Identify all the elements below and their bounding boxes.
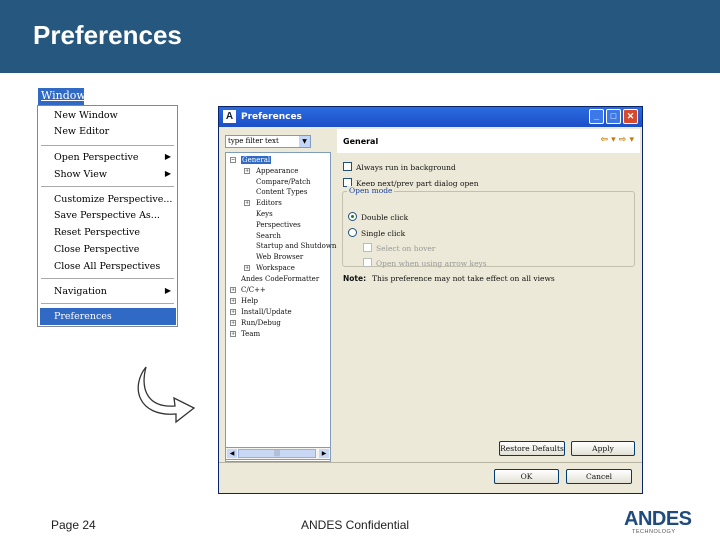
double-click-radio[interactable] [348,212,357,221]
submenu-arrow-icon: ▶ [164,286,171,295]
curved-arrow-icon [137,366,196,424]
logo-word: ANDES [624,508,692,530]
menu-item-close-perspective[interactable]: Close Perspective [54,244,139,255]
tree-scrollbar[interactable]: ◀ ||| ▶ [225,447,331,460]
menu-separator [41,303,174,304]
minimize-icon[interactable]: _ [589,109,604,124]
page-number: Page 24 [51,518,96,532]
window-menu-title[interactable]: Window [38,88,86,105]
tree-item-content-types[interactable]: Content Types [256,188,307,196]
tree-item-editors[interactable]: Editors [256,199,282,207]
open-mode-group: Open mode Double click Single click Sele… [342,186,635,268]
history-nav-icon[interactable]: ⇦ ▾ ⇨ ▾ [600,135,634,145]
submenu-arrow-icon: ▶ [164,152,171,161]
panel-header: General ⇦ ▾ ⇨ ▾ [337,129,640,153]
maximize-icon[interactable]: □ [606,109,621,124]
select-hover-checkbox[interactable] [363,243,372,252]
window-menu: New Window New Editor Open Perspective ▶ … [37,105,178,327]
dialog-divider [219,462,642,463]
preferences-dialog: A Preferences _ □ ✕ type filter text ▼ −… [218,106,643,494]
expand-icon[interactable]: + [230,298,236,304]
scroll-thumb[interactable]: ||| [238,449,316,458]
menu-item-open-perspective[interactable]: Open Perspective ▶ [54,152,177,163]
filter-input[interactable]: type filter text ▼ [225,135,311,148]
panel-heading: General [343,137,379,146]
preferences-tree: − General + Appearance Compare/Patch Con… [225,152,336,462]
expand-icon[interactable]: + [230,309,236,315]
general-panel: General ⇦ ▾ ⇨ ▾ Always run in background… [337,129,640,456]
expand-icon[interactable]: + [244,168,250,174]
tree-item-andes-codeformatter[interactable]: Andes CodeFormatter [241,275,319,283]
single-click-radio[interactable] [348,228,357,237]
menu-item-save-perspective[interactable]: Save Perspective As... [54,210,160,221]
tree-item-startup-shutdown[interactable]: Startup and Shutdown [256,242,336,250]
collapse-icon[interactable]: − [230,157,236,163]
expand-icon[interactable]: + [230,320,236,326]
menu-item-new-editor[interactable]: New Editor [54,126,109,137]
logo-subtitle: TECHNOLOGY [632,529,676,535]
always-background-checkbox[interactable] [343,162,352,171]
chevron-down-icon[interactable]: ▼ [299,136,310,147]
expand-icon[interactable]: + [230,331,236,337]
menu-item-customize-perspective[interactable]: Customize Perspective... [54,194,172,205]
menu-item-show-view[interactable]: Show View ▶ [54,169,177,180]
cancel-button[interactable]: Cancel [566,469,632,484]
tree-item-keys[interactable]: Keys [256,210,273,218]
restore-defaults-button[interactable]: Restore Defaults [499,441,565,456]
menu-separator [41,186,174,187]
always-background-label: Always run in background [356,163,456,172]
scroll-left-icon[interactable]: ◀ [227,449,237,458]
expand-icon[interactable]: + [244,265,250,271]
menu-separator [41,278,174,279]
open-arrow-label: Open when using arrow keys [376,259,487,268]
scroll-right-icon[interactable]: ▶ [319,449,329,458]
apply-button[interactable]: Apply [571,441,635,456]
menu-item-navigation[interactable]: Navigation ▶ [54,286,177,297]
open-mode-title: Open mode [347,186,395,195]
menu-item-new-window[interactable]: New Window [54,110,118,121]
tree-item-appearance[interactable]: Appearance [256,167,298,175]
tree-item-general[interactable]: General [241,156,272,164]
single-click-label: Single click [361,229,406,238]
menu-separator [41,145,174,146]
close-icon[interactable]: ✕ [623,109,638,124]
double-click-label: Double click [361,213,409,222]
app-icon: A [223,110,236,123]
ok-button[interactable]: OK [494,469,559,484]
tree-item-install-update[interactable]: Install/Update [241,308,292,316]
tree-item-search[interactable]: Search [256,232,281,240]
select-hover-label: Select on hover [376,244,436,253]
slide-title: Preferences [33,20,182,50]
confidential-label: ANDES Confidential [301,518,410,532]
expand-icon[interactable]: + [230,287,236,293]
note-text: This preference may not take effect on a… [372,274,555,283]
menu-item-preferences[interactable]: Preferences [40,308,176,325]
open-arrow-checkbox[interactable] [363,258,372,267]
menu-item-reset-perspective[interactable]: Reset Perspective [54,227,140,238]
tree-item-web-browser[interactable]: Web Browser [256,253,303,261]
menu-item-close-all-perspectives[interactable]: Close All Perspectives [54,261,160,272]
tree-item-run-debug[interactable]: Run/Debug [241,319,281,327]
expand-icon[interactable]: + [244,200,250,206]
tree-item-compare-patch[interactable]: Compare/Patch [256,178,311,186]
tree-item-perspectives[interactable]: Perspectives [256,221,301,229]
tree-item-help[interactable]: Help [241,297,258,305]
andes-logo: ANDES TECHNOLOGY [624,508,694,538]
tree-item-team[interactable]: Team [241,330,260,338]
submenu-arrow-icon: ▶ [164,169,171,178]
dialog-title: Preferences [241,112,302,122]
tree-item-workspace[interactable]: Workspace [256,264,295,272]
tree-item-cpp[interactable]: C/C++ [241,286,266,294]
slide-header: Preferences [0,0,720,73]
note-label: Note: [343,274,367,283]
dialog-titlebar[interactable]: A Preferences _ □ ✕ [219,107,642,127]
